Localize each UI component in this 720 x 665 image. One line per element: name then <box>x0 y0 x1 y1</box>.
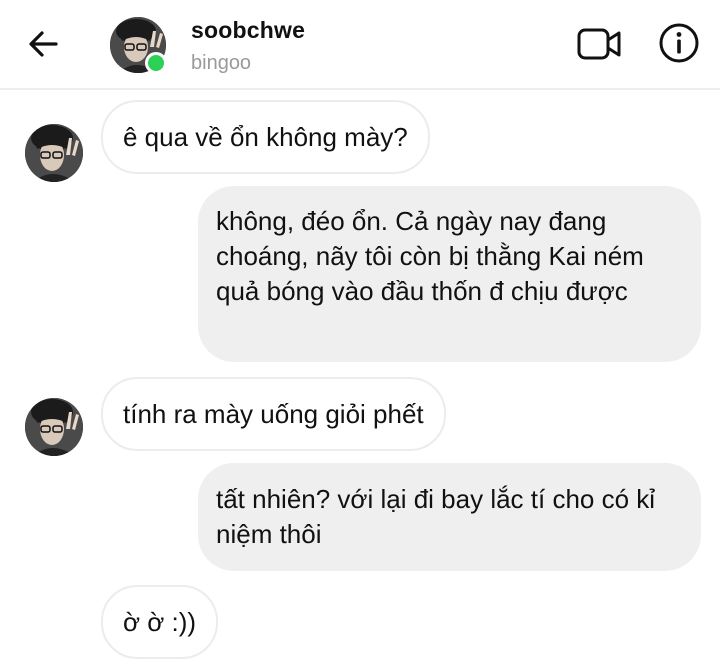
message-text: tất nhiên? với lại đi bay lắc tí cho có … <box>216 484 656 549</box>
message-text: ê qua về ổn không mày? <box>123 121 408 152</box>
message-text: không, đéo ổn. Cả ngày nay đang choáng, … <box>216 206 644 306</box>
incoming-message[interactable]: ờ ờ :)) <box>101 585 219 659</box>
profile-photo <box>25 124 83 182</box>
profile-photo <box>25 398 83 456</box>
online-status-dot <box>145 52 167 74</box>
back-button[interactable] <box>26 26 62 62</box>
arrow-left-icon <box>29 31 58 57</box>
info-circle-icon <box>659 23 699 63</box>
message-avatar[interactable] <box>25 124 83 182</box>
outgoing-message[interactable]: tất nhiên? với lại đi bay lắc tí cho có … <box>198 463 701 571</box>
message-avatar[interactable] <box>25 398 83 456</box>
chat-username[interactable]: soobchwe <box>191 17 305 44</box>
incoming-message[interactable]: ê qua về ổn không mày? <box>101 100 430 174</box>
info-button[interactable] <box>658 22 700 64</box>
video-camera-icon <box>577 28 621 60</box>
video-call-button[interactable] <box>576 24 622 64</box>
incoming-message[interactable]: tính ra mày uống giỏi phết <box>101 377 446 451</box>
outgoing-message[interactable]: không, đéo ổn. Cả ngày nay đang choáng, … <box>198 186 701 362</box>
message-text: tính ra mày uống giỏi phết <box>123 398 424 429</box>
chat-subname: bingoo <box>191 52 252 74</box>
message-text: ờ ờ :)) <box>123 606 197 637</box>
chat-header: soobchwe bingoo <box>0 0 720 90</box>
